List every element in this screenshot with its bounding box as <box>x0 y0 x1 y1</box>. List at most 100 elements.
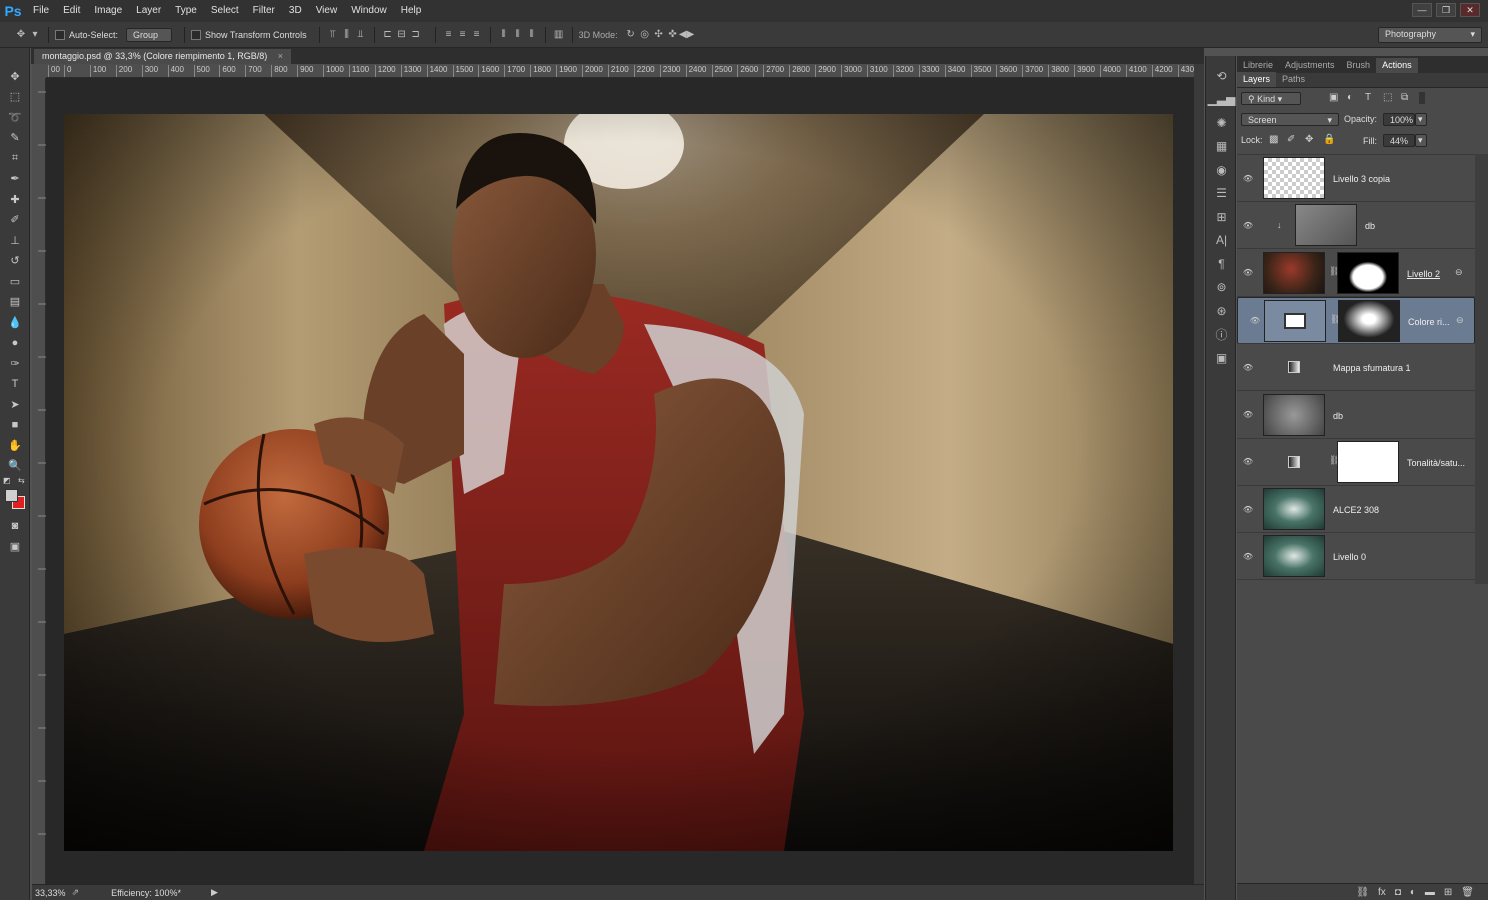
layer-name[interactable]: Mappa sfumatura 1 <box>1333 363 1411 373</box>
3d-roll-icon[interactable]: ◎ <box>638 28 652 42</box>
eye-icon[interactable]: 👁 <box>1237 505 1259 514</box>
layer-name[interactable]: db <box>1365 221 1375 231</box>
eye-icon[interactable]: 👁 <box>1237 363 1259 372</box>
lock-pixels-icon[interactable]: ✐ <box>1287 134 1295 145</box>
character-panel-icon[interactable]: A| <box>1206 229 1237 253</box>
eye-icon[interactable]: 👁 <box>1237 457 1259 466</box>
layer-row[interactable]: 👁 ALCE2 308 <box>1237 486 1475 534</box>
lock-all-icon[interactable]: 🔒 <box>1323 134 1335 145</box>
marquee-tool-icon[interactable]: ⬚ <box>0 87 30 108</box>
channels-panel-icon[interactable]: ⊛ <box>1206 299 1237 323</box>
distribute-left-icon[interactable]: ⦀ <box>497 28 511 42</box>
layer-row[interactable]: 👁 Mappa sfumatura 1 <box>1237 344 1475 392</box>
new-layer-icon[interactable]: ⊞ <box>1444 887 1452 898</box>
filter-smart-object-icon[interactable]: ⧉ <box>1401 92 1408 103</box>
layer-mask-thumbnail[interactable] <box>1338 299 1400 342</box>
opacity-dropdown-icon[interactable]: ▾ <box>1415 113 1427 126</box>
3d-slide-icon[interactable]: ✜ <box>666 28 680 42</box>
align-hcenter-icon[interactable]: ⊟ <box>395 28 409 42</box>
crop-tool-icon[interactable]: ⌗ <box>0 148 30 169</box>
layer-row[interactable]: 👁 db <box>1237 392 1475 439</box>
eyedropper-tool-icon[interactable]: ✒ <box>0 169 30 190</box>
tool-presets-panel-icon[interactable]: ⊞ <box>1206 205 1237 229</box>
filter-shape-icon[interactable]: ⬚ <box>1383 92 1392 103</box>
zoom-level[interactable]: 33,33% <box>35 888 66 898</box>
stamp-tool-icon[interactable]: ⊥ <box>0 230 30 251</box>
minimize-button[interactable]: — <box>1412 3 1432 17</box>
menu-image[interactable]: Image <box>87 0 129 22</box>
filter-pixel-icon[interactable]: ▣ <box>1329 92 1338 103</box>
3d-scale-icon[interactable]: ◀▶ <box>679 28 694 42</box>
path-select-tool-icon[interactable]: ➤ <box>0 394 30 415</box>
history-brush-tool-icon[interactable]: ↺ <box>0 251 30 272</box>
menu-help[interactable]: Help <box>394 0 429 22</box>
link-layers-icon[interactable]: ⛓ <box>1356 887 1369 898</box>
share-icon[interactable]: ⇗ <box>72 887 80 898</box>
layers-scrollbar[interactable] <box>1475 154 1488 584</box>
blend-mode-dropdown[interactable]: Screen ▾ <box>1241 113 1339 126</box>
layer-row[interactable]: 👁 Livello 3 copia <box>1237 155 1475 202</box>
show-transform-checkbox[interactable] <box>191 29 202 40</box>
layer-thumbnail[interactable] <box>1263 157 1325 199</box>
layer-name[interactable]: db <box>1333 411 1343 421</box>
gradient-tool-icon[interactable]: ▤ <box>0 292 30 313</box>
layer-name[interactable]: Livello 3 copia <box>1333 174 1390 184</box>
layer-name[interactable]: ALCE2 308 <box>1333 505 1379 515</box>
lock-position-icon[interactable]: ✥ <box>1305 134 1313 145</box>
3d-pan-icon[interactable]: ✣ <box>652 28 666 42</box>
close-button[interactable]: ✕ <box>1460 3 1480 17</box>
layer-thumbnail[interactable] <box>1295 204 1357 247</box>
layer-style-icon[interactable]: fx <box>1378 887 1386 898</box>
panel-tab-actions[interactable]: Actions <box>1376 58 1418 73</box>
document-canvas-image[interactable] <box>64 114 1173 851</box>
panel-tab-paths[interactable]: Paths <box>1276 72 1311 87</box>
eraser-tool-icon[interactable]: ▭ <box>0 271 30 292</box>
layer-comps-panel-icon[interactable]: ▣ <box>1206 346 1237 370</box>
vertical-ruler[interactable] <box>32 78 46 884</box>
move-tool-icon[interactable]: ✥ <box>0 66 30 87</box>
auto-select-checkbox[interactable] <box>55 29 65 40</box>
document-close-icon[interactable]: × <box>278 51 283 61</box>
eye-icon[interactable]: 👁 <box>1237 552 1259 561</box>
eye-icon[interactable]: 👁 <box>1237 410 1259 419</box>
layer-thumbnail[interactable] <box>1263 441 1325 483</box>
panel-tab-adjustments[interactable]: Adjustments <box>1279 58 1341 73</box>
align-right-icon[interactable]: ⊐ <box>409 28 423 42</box>
move-tool-icon[interactable]: ✥ <box>14 28 28 42</box>
distribute-bottom-icon[interactable]: ≡ <box>470 28 484 42</box>
layer-thumbnail[interactable] <box>1263 346 1325 388</box>
ruler-origin[interactable] <box>32 64 46 78</box>
styles-panel-icon[interactable]: ◉ <box>1206 158 1237 182</box>
layer-row[interactable]: 👁 ⛓ Tonalità/satu... <box>1237 439 1475 486</box>
hand-tool-icon[interactable]: ✋ <box>0 435 30 456</box>
add-mask-icon[interactable]: ◘ <box>1395 887 1401 898</box>
layer-filter-kind[interactable]: ⚲ Kind ▾ <box>1241 92 1301 105</box>
filter-type-icon[interactable]: T <box>1365 92 1371 103</box>
panel-tab-layers[interactable]: Layers <box>1237 72 1277 87</box>
panel-tab-librerie[interactable]: Librerie <box>1237 58 1279 73</box>
type-tool-icon[interactable]: T <box>0 374 30 395</box>
delete-layer-icon[interactable]: 🗑 <box>1461 887 1474 898</box>
properties-panel-icon[interactable]: ☰ <box>1206 182 1237 206</box>
histogram-panel-icon[interactable]: ▁▃▅ <box>1206 88 1237 112</box>
fill-dropdown-icon[interactable]: ▾ <box>1415 134 1427 147</box>
eye-icon[interactable]: 👁 <box>1237 174 1259 183</box>
workspace-dropdown[interactable]: Photography ▾ <box>1378 27 1482 43</box>
new-group-icon[interactable]: ▬ <box>1425 887 1435 898</box>
menu-filter[interactable]: Filter <box>246 0 282 22</box>
eye-icon[interactable]: 👁 <box>1237 221 1259 230</box>
blur-tool-icon[interactable]: 💧 <box>0 312 30 333</box>
align-top-icon[interactable]: ⫪ <box>326 28 340 42</box>
navigator-panel-icon[interactable]: ✺ <box>1206 111 1237 135</box>
layer-thumbnail[interactable] <box>1263 488 1325 531</box>
info-panel-icon[interactable]: ⓘ <box>1206 323 1237 347</box>
eye-icon[interactable]: 👁 <box>1237 268 1259 277</box>
clone-source-panel-icon[interactable]: ⊚ <box>1206 276 1237 300</box>
screen-mode-icon[interactable]: ▣ <box>0 537 30 558</box>
layer-row[interactable]: 👁 Livello 0 <box>1237 533 1475 581</box>
panel-tab-brush[interactable]: Brush <box>1341 58 1377 73</box>
swap-colors-icon[interactable]: ⇆ <box>18 476 25 485</box>
menu-view[interactable]: View <box>309 0 345 22</box>
auto-align-icon[interactable]: ▥ <box>552 28 566 42</box>
dodge-tool-icon[interactable]: ● <box>0 333 30 354</box>
